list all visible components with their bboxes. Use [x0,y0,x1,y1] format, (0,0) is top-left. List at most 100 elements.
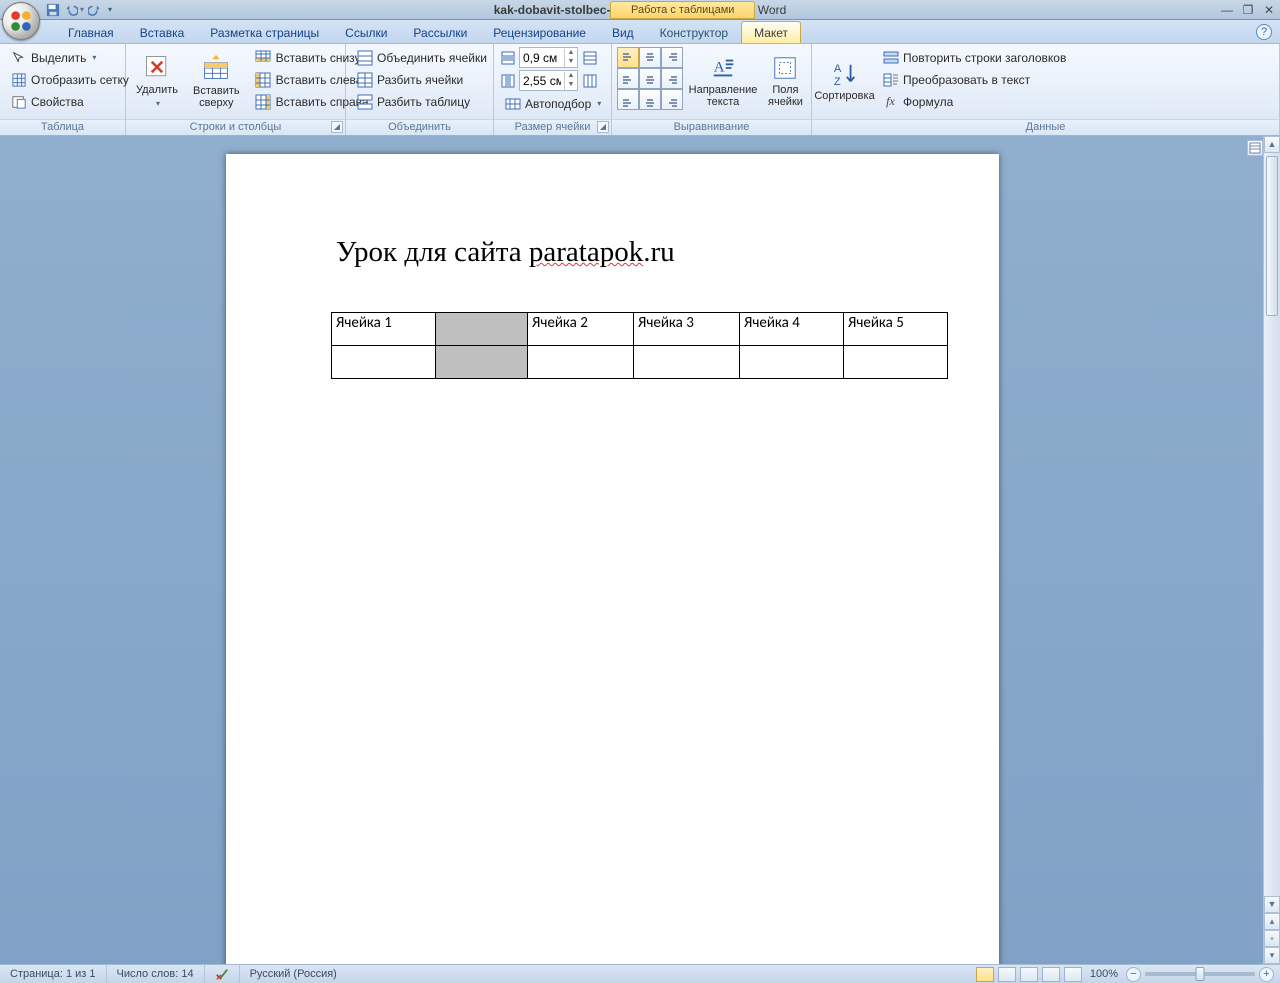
status-word-count[interactable]: Число слов: 14 [107,965,205,983]
properties-button[interactable]: Свойства [5,91,134,112]
zoom-slider[interactable] [1145,972,1255,976]
formula-button[interactable]: fxФормула [877,91,1071,112]
status-proofing[interactable] [205,965,240,983]
table-cell[interactable] [436,313,528,346]
repeat-header-button[interactable]: Повторить строки заголовков [877,47,1071,68]
save-icon[interactable] [46,3,60,17]
ribbon: Выделить▾ Отобразить сетку Свойства Табл… [0,44,1280,136]
gridlines-button[interactable]: Отобразить сетку [5,69,134,90]
vertical-scrollbar[interactable]: ▲ ▼ ▴ ∘ ▾ [1263,136,1280,964]
convert-icon [882,71,899,88]
close-button[interactable]: ✕ [1260,1,1278,19]
grid-icon [10,71,27,88]
autofit-icon [504,95,521,112]
col-width-input[interactable]: ▲▼ [519,70,578,91]
status-page[interactable]: Страница: 1 из 1 [0,965,107,983]
redo-icon[interactable] [88,3,102,17]
prev-page-icon[interactable]: ▴ [1264,913,1280,930]
table-cell[interactable]: Ячейка 2 [528,313,634,346]
align-top-right[interactable] [661,47,683,68]
table-cell[interactable] [332,346,436,379]
table-cell[interactable] [436,346,528,379]
svg-text:A: A [833,63,841,75]
page[interactable]: Урок для сайта paratapok.ru Ячейка 1Ячей… [226,154,999,964]
distribute-cols-icon[interactable] [581,72,598,89]
group-title-data: Данные [812,119,1279,135]
dialog-launcher-icon[interactable]: ◢ [597,121,609,133]
zoom-out-button[interactable]: − [1126,967,1141,982]
table-cell[interactable] [740,346,844,379]
tab-design[interactable]: Конструктор [647,21,741,43]
group-title-cell-size: Размер ячейки◢ [494,119,611,135]
split-table-button[interactable]: Разбить таблицу [351,91,492,112]
view-print-layout[interactable] [976,967,994,982]
align-mid-right[interactable] [661,68,683,89]
view-draft[interactable] [1064,967,1082,982]
table-cell[interactable]: Ячейка 5 [844,313,948,346]
merge-cells-button[interactable]: Объединить ячейки [351,47,492,68]
minimize-button[interactable]: — [1218,1,1236,19]
autofit-button[interactable]: Автоподбор▾ [499,93,606,114]
align-bot-left[interactable] [617,89,639,110]
tab-page-layout[interactable]: Разметка страницы [197,21,332,43]
delete-button[interactable]: Удалить▾ [131,47,183,116]
zoom-in-button[interactable]: + [1259,967,1274,982]
dialog-launcher-icon[interactable]: ◢ [331,121,343,133]
select-button[interactable]: Выделить▾ [5,47,134,68]
table-cell[interactable]: Ячейка 1 [332,313,436,346]
help-icon[interactable]: ? [1256,24,1272,40]
text-direction-button[interactable]: A Направление текста [688,47,758,116]
view-full-screen[interactable] [998,967,1016,982]
tab-review[interactable]: Рецензирование [480,21,599,43]
cursor-icon [10,49,27,66]
insert-above-button[interactable]: Вставить сверху [188,47,245,116]
title-bar: ▾ ▾ kak-dobavit-stolbec-v-tablicu-vord -… [0,0,1280,20]
document-heading[interactable]: Урок для сайта paratapok.ru [336,236,675,269]
table-cell[interactable]: Ячейка 4 [740,313,844,346]
browse-object-icon[interactable]: ∘ [1264,930,1280,947]
tab-mailings[interactable]: Рассылки [400,21,480,43]
proofing-icon [215,967,229,981]
view-outline[interactable] [1042,967,1060,982]
tab-view[interactable]: Вид [599,21,647,43]
scroll-down-icon[interactable]: ▼ [1264,896,1280,913]
row-height-input[interactable]: ▲▼ [519,47,578,68]
table-insert-below-icon [255,49,272,66]
align-mid-left[interactable] [617,68,639,89]
tab-insert[interactable]: Вставка [127,21,198,43]
undo-icon[interactable]: ▾ [64,3,84,17]
table-cell[interactable]: Ячейка 3 [634,313,740,346]
tab-layout[interactable]: Макет [741,21,801,43]
view-web-layout[interactable] [1020,967,1038,982]
sort-button[interactable]: AZ Сортировка [817,47,872,116]
next-page-icon[interactable]: ▾ [1264,947,1280,964]
restore-button[interactable]: ❐ [1239,1,1257,19]
table-insert-left-icon [255,71,272,88]
zoom-percent[interactable]: 100% [1090,968,1118,980]
cell-margins-button[interactable]: Поля ячейки [763,47,808,116]
split-cells-button[interactable]: Разбить ячейки [351,69,492,90]
tab-references[interactable]: Ссылки [332,21,400,43]
split-table-icon [356,93,373,110]
qat-customize-icon[interactable]: ▾ [108,5,112,14]
distribute-rows-icon[interactable] [581,49,598,66]
document-table[interactable]: Ячейка 1 Ячейка 2Ячейка 3Ячейка 4Ячейка 5 [331,312,948,379]
table-cell[interactable] [528,346,634,379]
office-button[interactable] [2,2,40,40]
align-top-left[interactable] [617,47,639,68]
align-bot-center[interactable] [639,89,661,110]
scroll-thumb[interactable] [1266,156,1278,316]
status-language[interactable]: Русский (Россия) [240,965,347,983]
align-mid-center[interactable] [639,68,661,89]
table-cell[interactable] [634,346,740,379]
align-bot-right[interactable] [661,89,683,110]
split-cells-icon [356,71,373,88]
table-cell[interactable] [844,346,948,379]
group-title-alignment: Выравнивание [612,119,811,135]
group-merge: Объединить ячейки Разбить ячейки Разбить… [346,44,494,135]
align-top-center[interactable] [639,47,661,68]
scroll-up-icon[interactable]: ▲ [1264,136,1280,153]
ruler-toggle-icon[interactable] [1247,140,1263,156]
convert-to-text-button[interactable]: Преобразовать в текст [877,69,1071,90]
tab-home[interactable]: Главная [55,21,127,43]
